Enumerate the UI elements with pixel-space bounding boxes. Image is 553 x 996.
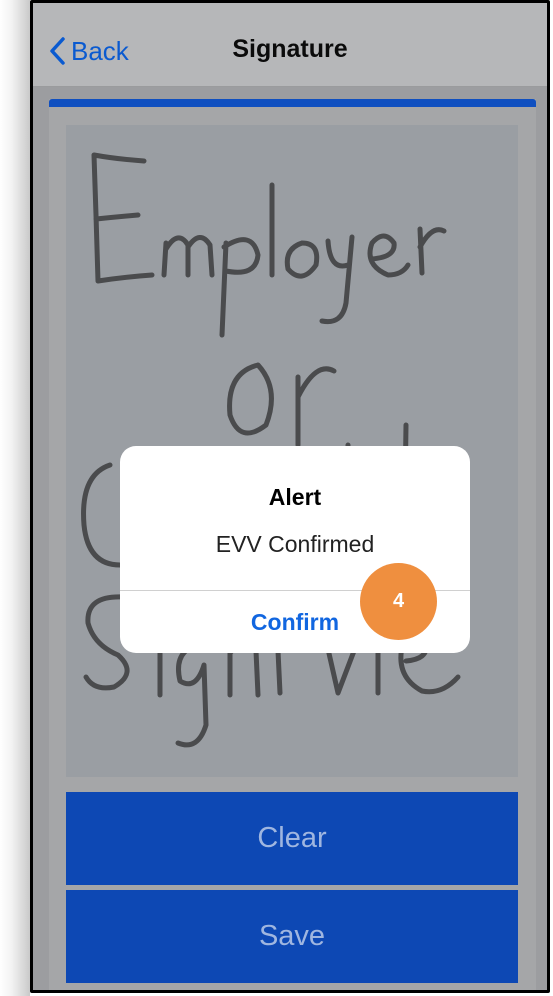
save-button[interactable]: Save (66, 890, 518, 983)
phone-frame: Back Signature Clear Save Alert EVV Conf… (30, 0, 550, 993)
screen-edge-shadow (0, 0, 30, 996)
alert-title: Alert (268, 484, 322, 510)
panel-accent-bar (49, 99, 536, 107)
clear-button[interactable]: Clear (66, 792, 518, 885)
alert-message: EVV Confirmed (215, 531, 375, 557)
navigation-bar: Back Signature (33, 3, 547, 87)
app-screen: Back Signature Clear Save Alert EVV Conf… (33, 3, 547, 990)
page-title: Signature (232, 35, 348, 63)
step-badge: 4 (360, 563, 437, 640)
